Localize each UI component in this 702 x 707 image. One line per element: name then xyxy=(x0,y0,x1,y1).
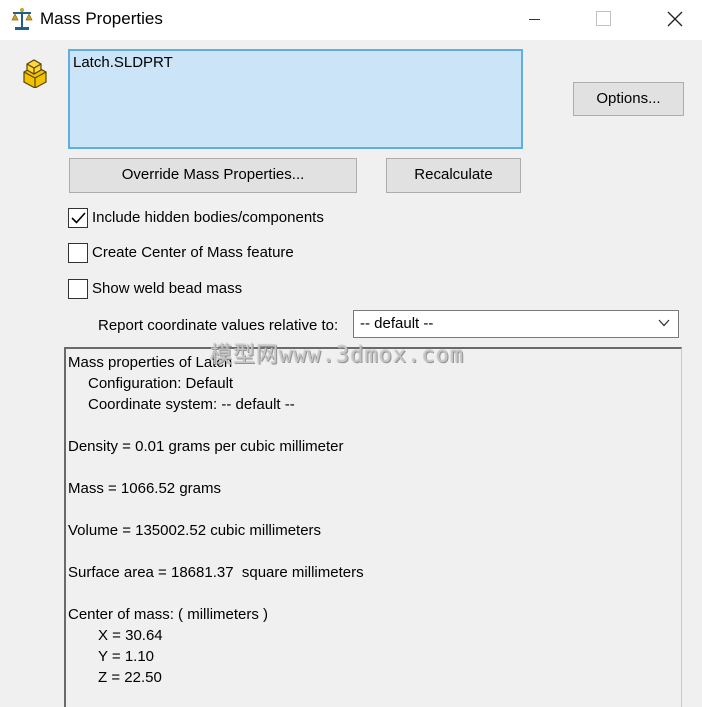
mass-line: Mass = 1066.52 grams xyxy=(68,480,221,497)
checkbox-label: Create Center of Mass feature xyxy=(92,244,294,261)
coordinate-system-line: Coordinate system: -- default -- xyxy=(88,396,295,413)
results-panel[interactable]: Mass properties of Latch Configuration: … xyxy=(64,347,682,707)
title-bar: Mass Properties xyxy=(0,0,702,40)
checkbox-label: Include hidden bodies/components xyxy=(92,209,324,226)
center-y-line: Y = 1.10 xyxy=(98,648,155,665)
options-button[interactable]: Options... xyxy=(573,82,684,116)
part-block-icon xyxy=(21,58,49,89)
checkbox[interactable] xyxy=(68,279,88,299)
checkbox[interactable] xyxy=(68,208,88,228)
coordinate-system-dropdown[interactable]: -- default -- xyxy=(353,310,679,338)
center-of-mass-line: Center of mass: ( millimeters ) xyxy=(68,606,269,623)
close-icon xyxy=(667,11,683,27)
close-button[interactable] xyxy=(652,0,698,38)
window-title: Mass Properties xyxy=(40,9,163,28)
list-item[interactable]: Latch.SLDPRT xyxy=(73,54,173,71)
recalculate-button[interactable]: Recalculate xyxy=(386,158,521,193)
checkbox-label: Show weld bead mass xyxy=(92,280,243,297)
coordinate-system-label: Report coordinate values relative to: xyxy=(98,317,339,334)
checkbox[interactable] xyxy=(68,243,88,263)
watermark: 模型网www.3dmox.com xyxy=(210,343,465,368)
surface-area-line: Surface area = 18681.37 square millimete… xyxy=(68,564,364,581)
center-z-line: Z = 22.50 xyxy=(98,669,162,686)
selection-list[interactable]: Latch.SLDPRT xyxy=(68,49,523,149)
density-line: Density = 0.01 grams per cubic millimete… xyxy=(68,438,344,455)
maximize-button[interactable] xyxy=(580,0,626,38)
minimize-button[interactable] xyxy=(518,0,564,38)
override-mass-properties-button[interactable]: Override Mass Properties... xyxy=(69,158,357,193)
balance-scale-icon xyxy=(11,7,33,31)
center-x-line: X = 30.64 xyxy=(98,627,163,644)
check-icon xyxy=(71,212,86,224)
results-header: Mass properties of Latch xyxy=(68,354,233,371)
chevron-down-icon xyxy=(658,319,670,327)
volume-line: Volume = 135002.52 cubic millimeters xyxy=(68,522,322,539)
configuration-line: Configuration: Default xyxy=(88,375,234,392)
coordinate-system-value: -- default -- xyxy=(360,315,434,332)
